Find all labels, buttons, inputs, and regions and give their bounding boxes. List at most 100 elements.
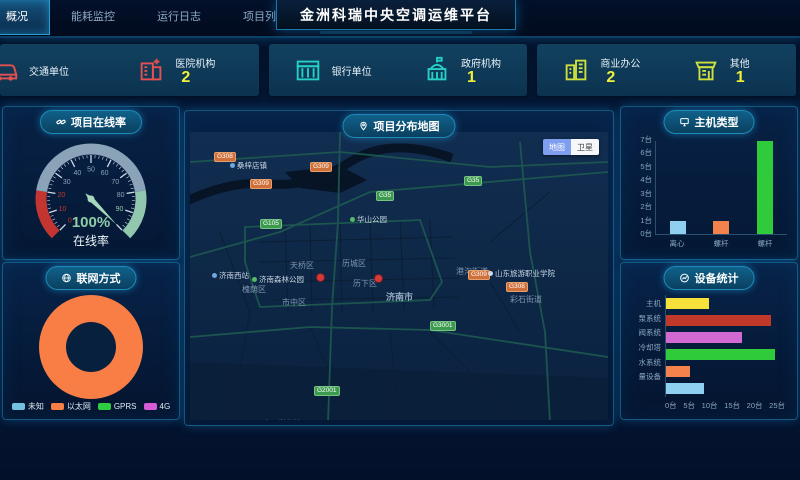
bar-冷却塔 [666,349,775,360]
road-badge: G35 [376,191,394,201]
y-category-label: 量设备 [627,371,661,382]
stats-row: 交通单位医院机构2银行单位政府机构1商业办公2其他1 [0,44,796,96]
project-marker[interactable] [374,274,383,283]
y-tick-label: 1台 [629,215,652,226]
poi-label: 济南西站 [212,270,249,281]
panel-title: 设备统计 [695,270,739,286]
y-category-label: 水系统 [627,357,661,368]
svg-text:20: 20 [57,192,65,199]
poi-label: 山东旅游职业学院 [488,268,555,279]
poi-text: 山东旅游职业学院 [495,268,555,279]
map-pin-icon [359,121,369,131]
panel-map-header: 项目分布地图 [343,114,456,138]
stat-card-3: 商业办公2 其他1 [537,44,796,96]
stat-texts: 商业办公2 [600,55,640,85]
poi-label: 华山公园 [350,214,387,225]
project-marker[interactable] [316,273,325,282]
stat-item: 医院机构2 [112,44,258,96]
bar-离心 [670,221,686,234]
map-button-卫星[interactable]: 卫星 [571,139,599,155]
road-badge: G3001 [430,321,456,331]
dashboard: 概况能耗监控运行日志项目列表视频监控 金洲科瑞中央空调运维平台 交通单位医院机构… [0,0,800,480]
panel-online-rate-header: 项目在线率 [40,110,142,134]
y-category-label: 主机 [627,298,661,309]
svg-text:60: 60 [101,170,109,177]
shop-icon [691,55,721,85]
poi-text: 华山公园 [357,214,387,225]
stat-item: 政府机构1 [398,44,527,96]
office-icon [561,55,591,85]
device-stats-bar-chart: 主机泵系统阀系统冷却塔水系统量设备0台5台10台15台20台25台 [627,291,789,413]
x-tick-label: 螺杆 [714,238,729,249]
stat-label: 医院机构 [175,55,215,70]
stat-label: 交通单位 [29,63,69,78]
panel-online-rate: 项目在线率 0102030405060708090100%在线率 [2,106,180,260]
panel-project-map: 项目分布地图 [184,110,614,426]
panel-title: 主机类型 [695,114,739,130]
district-label: 市中区 [282,297,306,308]
legend-label: 未知 [28,401,44,412]
poi-text: 大石崮森林公园 [263,418,316,420]
district-label: 槐荫区 [242,284,266,295]
legend-swatch [144,403,157,410]
donut-hole [66,322,116,372]
chart-icon [680,273,690,283]
district-label: 历城区 [342,258,366,269]
nav-tab-2[interactable]: 能耗监控 [50,0,136,34]
legend-item-4G[interactable]: 4G [144,401,171,412]
stat-value: 2 [175,70,215,85]
stat-item: 交通单位 [0,44,112,96]
y-tick-label: 5台 [629,161,652,172]
y-tick-label: 3台 [629,188,652,199]
panel-host-type: 主机类型 0台1台2台3台4台5台6台7台离心螺杆螺杆 [620,106,798,260]
x-tick-label: 离心 [670,238,685,249]
stat-texts: 政府机构1 [461,55,501,85]
road-badge: G308 [506,282,528,292]
stat-label: 银行单位 [332,63,372,78]
poi-label: 大石崮森林公园 [256,418,316,420]
nav-tab-3[interactable]: 运行日志 [136,0,222,34]
y-category-label: 泵系统 [627,313,661,324]
svg-text:100%: 100% [72,214,110,231]
y-tick-label: 2台 [629,201,652,212]
stat-value: 1 [461,70,501,85]
x-tick-label: 螺杆 [758,238,773,249]
road-badge: G309 [468,270,490,280]
y-tick-label: 4台 [629,174,652,185]
poi-text: 济南西站 [219,270,249,281]
nav-tab-1[interactable]: 概况 [0,0,50,35]
stat-item: 其他1 [667,44,796,96]
legend-swatch [12,403,25,410]
road-badge: G35 [464,176,482,186]
district-label: 天桥区 [290,260,314,271]
legend-label: GPRS [114,402,137,411]
svg-text:50: 50 [87,167,95,174]
map-button-地图[interactable]: 地图 [543,139,571,155]
legend-item-GPRS[interactable]: GPRS [98,401,137,412]
map-canvas[interactable]: 地图卫星 G308G309G309G35G35G105G309G308G3001… [190,132,608,420]
poi-dot [212,273,217,278]
x-tick-label: 0台 [665,400,677,411]
district-label: 济南市 [386,290,413,303]
y-tick-label: 7台 [629,134,652,145]
link-icon [56,117,66,127]
stat-value: 2 [600,70,640,85]
page-title: 金洲科瑞中央空调运维平台 [276,0,516,30]
panel-device-stats: 设备统计 主机泵系统阀系统冷却塔水系统量设备0台5台10台15台20台25台 [620,262,798,420]
legend-swatch [51,403,64,410]
y-category-label: 冷却塔 [627,342,661,353]
bar-阀系统 [666,332,742,343]
stat-item: 银行单位 [269,44,398,96]
map-type-switch: 地图卫星 [543,139,599,155]
legend-swatch [98,403,111,410]
legend-item-未知[interactable]: 未知 [12,401,44,412]
x-tick-label: 15台 [724,400,740,411]
stat-label: 商业办公 [600,55,640,70]
stat-item: 商业办公2 [537,44,666,96]
svg-text:10: 10 [59,206,67,213]
svg-text:在线率: 在线率 [73,233,109,248]
legend-item-以太网[interactable]: 以太网 [51,401,91,412]
poi-text: 桑梓店镇 [237,160,267,171]
road-badge: G309 [310,162,332,172]
stat-value: 1 [730,70,750,85]
